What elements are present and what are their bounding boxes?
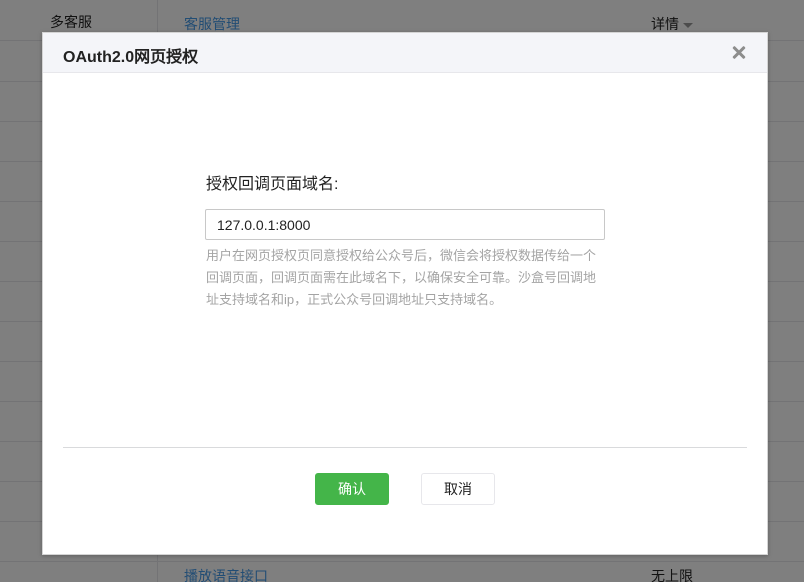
callback-domain-tip: 用户在网页授权页同意授权给公众号后，微信会将授权数据传给一个回调页面，回调页面需… (206, 248, 597, 307)
oauth-dialog: OAuth2.0网页授权 授权回调页面域名: 用户在网页授权页同意授权给公众号后… (42, 32, 768, 555)
dialog-header: OAuth2.0网页授权 (43, 33, 767, 73)
dialog-title: OAuth2.0网页授权 (63, 49, 199, 66)
callback-domain-label: 授权回调页面域名: (206, 176, 339, 193)
cancel-button[interactable]: 取消 (421, 473, 495, 505)
confirm-button[interactable]: 确认 (315, 473, 389, 505)
close-icon[interactable] (729, 42, 749, 62)
callback-domain-input[interactable] (205, 209, 605, 240)
divider (63, 447, 747, 448)
